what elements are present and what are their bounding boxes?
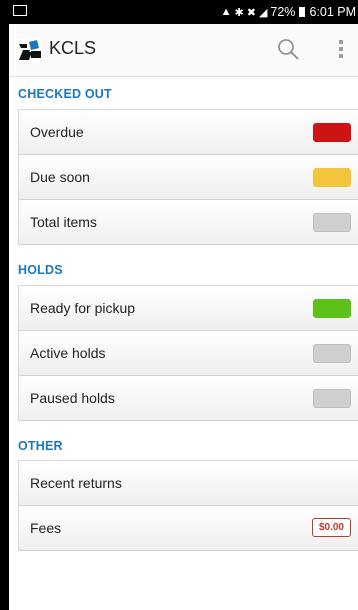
row-total-items[interactable]: Total items <box>19 200 358 245</box>
row-label: Overdue <box>30 124 84 140</box>
row-label: Paused holds <box>30 390 115 406</box>
alarm-icon: ▲ <box>220 6 232 18</box>
other-group: Recent returns Fees $0.00 <box>18 460 358 551</box>
row-recent-returns[interactable]: Recent returns <box>19 461 358 506</box>
section-header-holds: HOLDS <box>18 263 63 277</box>
section-header-other: OTHER <box>18 439 63 453</box>
row-fees[interactable]: Fees $0.00 <box>19 506 358 551</box>
row-label: Total items <box>30 214 97 230</box>
bluetooth-icon: ✱ <box>234 6 244 19</box>
photo-icon <box>13 5 27 16</box>
checked-out-group: Overdue Due soon Total items <box>18 109 358 245</box>
status-indicator <box>313 299 351 318</box>
row-label: Active holds <box>30 345 106 361</box>
row-label: Due soon <box>30 169 90 185</box>
status-indicator <box>313 213 351 232</box>
status-bar: ▲ ✱ ✖ ◢ 72% 6:01 PM <box>9 0 358 24</box>
kcls-logo-icon <box>17 38 43 62</box>
row-ready-for-pickup[interactable]: Ready for pickup <box>19 286 358 331</box>
status-indicator <box>313 123 351 142</box>
status-indicators: ▲ ✱ ✖ ◢ 72% 6:01 PM <box>221 5 356 19</box>
search-icon[interactable] <box>277 38 299 60</box>
signal-icon: ◢ <box>258 6 268 19</box>
row-label: Ready for pickup <box>30 300 136 316</box>
status-indicator <box>313 168 351 187</box>
holds-group: Ready for pickup Active holds Paused hol… <box>18 285 358 421</box>
clock: 6:01 PM <box>309 5 356 19</box>
row-active-holds[interactable]: Active holds <box>19 331 358 376</box>
status-indicator <box>313 344 351 363</box>
row-paused-holds[interactable]: Paused holds <box>19 376 358 421</box>
overflow-menu-icon[interactable] <box>338 40 344 62</box>
app-bar: KCLS <box>9 24 358 77</box>
battery-icon <box>299 7 306 17</box>
battery-percent: 72% <box>270 5 296 19</box>
app-title: KCLS <box>49 38 97 58</box>
row-label: Recent returns <box>30 475 122 491</box>
row-due-soon[interactable]: Due soon <box>19 155 358 200</box>
mute-icon: ✖ <box>246 6 256 19</box>
app-screen: ▲ ✱ ✖ ◢ 72% 6:01 PM KCLS CHECKED OUT Ove… <box>9 0 358 610</box>
row-overdue[interactable]: Overdue <box>19 110 358 155</box>
fee-amount-badge: $0.00 <box>311 518 351 537</box>
section-header-checked-out: CHECKED OUT <box>18 87 112 101</box>
row-label: Fees <box>30 520 62 536</box>
status-indicator <box>313 389 351 408</box>
